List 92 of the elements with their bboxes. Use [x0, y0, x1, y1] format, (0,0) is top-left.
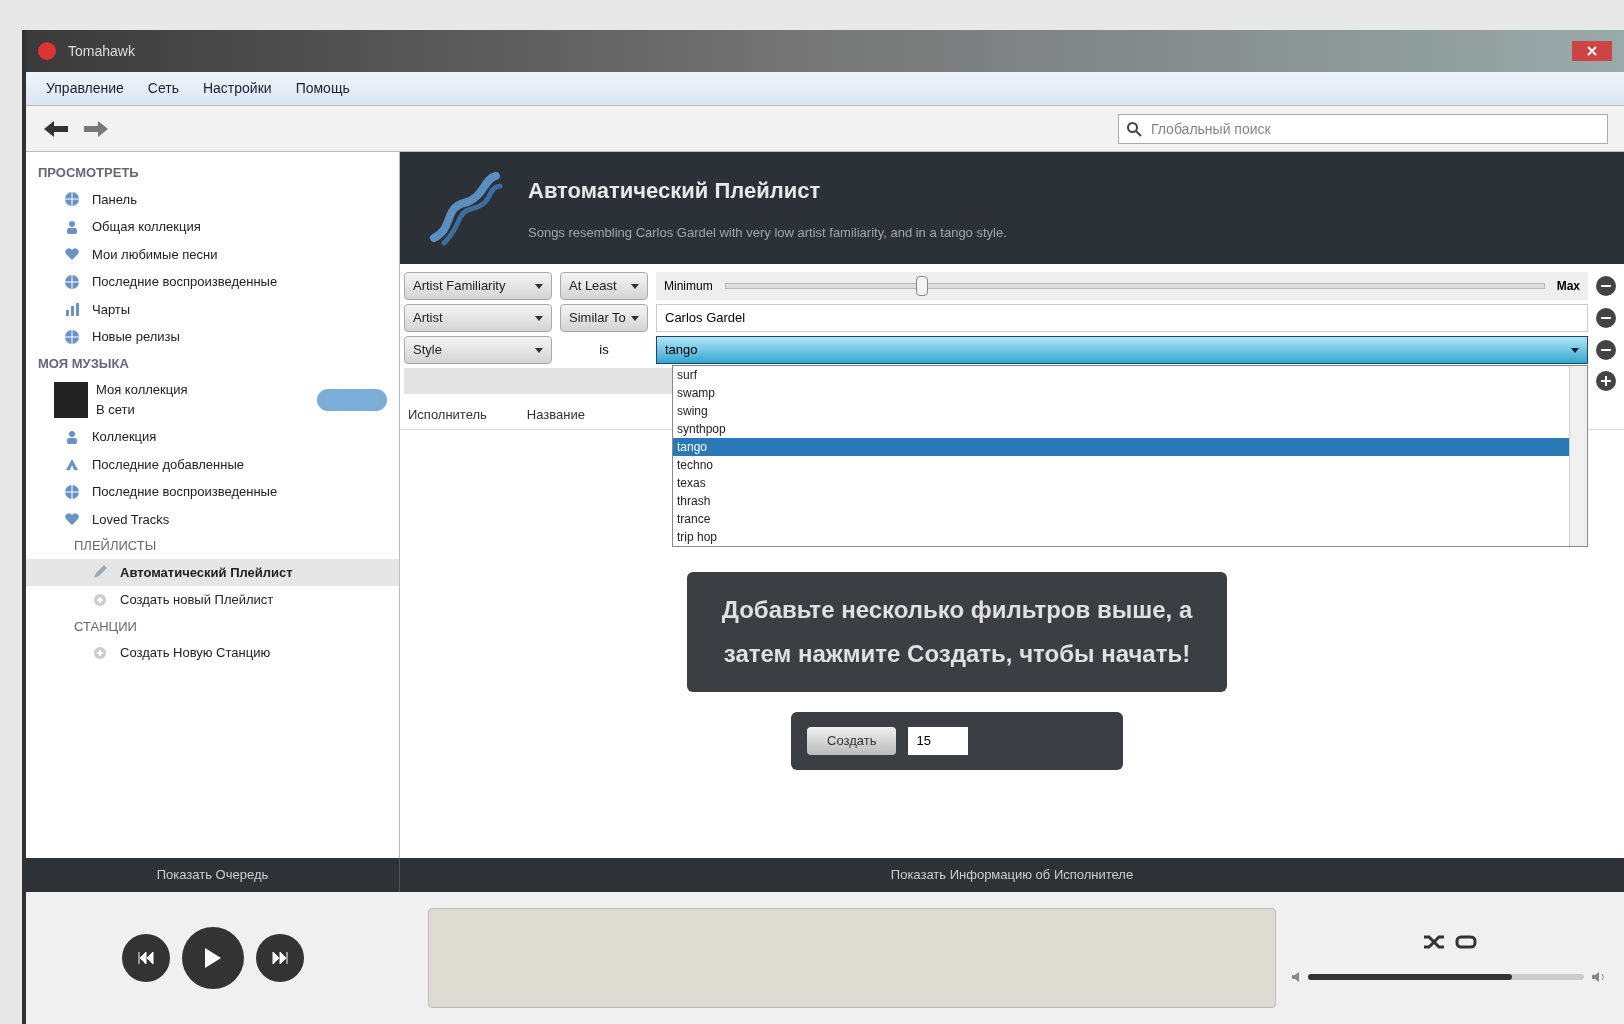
app-icon [38, 42, 56, 60]
repeat-icon[interactable] [1454, 933, 1478, 951]
plus-icon [92, 591, 108, 608]
sidebar-item[interactable]: Автоматический Плейлист [26, 558, 399, 586]
back-arrow-icon[interactable] [42, 118, 70, 139]
column-header[interactable]: Название [526, 404, 585, 425]
caret-icon [631, 315, 639, 321]
account-name: Моя коллекция [96, 381, 189, 399]
playlist-description: Songs resembling Carlos Gardel with very low artist familiarity, and in a tango style. [528, 223, 1007, 242]
filter-dropdown[interactable]: Artist [404, 304, 552, 332]
people-icon [64, 218, 80, 235]
operator-label: is [598, 341, 610, 360]
sidebar-item[interactable]: Общая коллекция [26, 213, 399, 241]
sidebar-item[interactable]: Последние воспроизведенные [26, 268, 399, 296]
add-filter-button[interactable] [1596, 371, 1616, 391]
section-header: СТАНЦИИ [73, 617, 138, 636]
style-option[interactable]: swing [673, 402, 1569, 420]
heart-icon [64, 246, 80, 263]
chart-icon [64, 301, 80, 318]
slider-max-label: Max [1556, 278, 1580, 295]
heart-icon [64, 511, 80, 528]
style-option[interactable]: swamp [673, 384, 1569, 402]
create-button[interactable]: Создать [807, 727, 897, 755]
playlist-title: Автоматический Плейлист [528, 176, 822, 205]
close-icon [1587, 46, 1597, 56]
count-spinbox[interactable]: 15 [908, 727, 969, 755]
style-option[interactable]: synthpop [673, 420, 1569, 438]
filter-dropdown[interactable]: Similar To [560, 304, 648, 332]
search-icon [1126, 120, 1142, 137]
sidebar-item[interactable]: Мои любимые песни [26, 240, 399, 268]
window-title: Tomahawk [68, 41, 135, 61]
people-icon [64, 428, 80, 445]
plus-icon [92, 644, 108, 661]
style-option[interactable]: tango [673, 438, 1569, 456]
remove-filter-button[interactable] [1596, 276, 1616, 296]
style-option[interactable]: texas [673, 474, 1569, 492]
play-icon [203, 946, 223, 970]
search-field[interactable]: Глобальный поиск [1118, 113, 1608, 144]
style-option[interactable]: trip hop [673, 528, 1569, 546]
style-option[interactable]: thrash [673, 492, 1569, 510]
sidebar-item[interactable]: Создать новый Плейлист [26, 586, 399, 614]
globe-icon [64, 273, 80, 290]
account-status: В сети [96, 400, 136, 419]
remove-filter-button[interactable] [1596, 308, 1616, 328]
remove-filter-button[interactable] [1596, 340, 1616, 360]
sidebar-item[interactable]: Коллекция [26, 423, 399, 451]
sidebar-item[interactable]: Новые релизы [26, 323, 399, 351]
status-pill [317, 388, 387, 411]
sidebar-item[interactable]: Панель [26, 185, 399, 213]
style-option[interactable]: surf [673, 366, 1569, 384]
message-panel: Добавьте несколько фильтров выше, а затем нажмите Создать, чтобы начать! [687, 572, 1227, 692]
close-button[interactable] [1572, 41, 1612, 61]
sidebar-item[interactable]: Чарты [26, 295, 399, 323]
caret-icon [535, 283, 543, 289]
filter-dropdown[interactable]: Artist Familiarity [404, 272, 552, 300]
artist-info-button[interactable]: Показать Информацию об Исполнителе [400, 858, 1624, 892]
sidebar-item[interactable]: Создать Новую Станцию [26, 639, 399, 667]
filter-dropdown[interactable]: Style [404, 336, 552, 364]
avatar [54, 381, 88, 418]
section-header: МОЯ МУЗЫКА [37, 354, 130, 373]
caret-icon [1571, 347, 1579, 353]
slider-min-label: Minimum [664, 278, 713, 295]
menu-item[interactable]: Настройки [202, 78, 272, 99]
artist-input-field[interactable]: Carlos Gardel [656, 304, 1588, 332]
slider-thumb[interactable] [916, 276, 928, 296]
caret-icon [631, 283, 639, 289]
filter-dropdown[interactable]: At Least [560, 272, 648, 300]
globe-icon [64, 328, 80, 345]
menu-item[interactable]: Помощь [295, 78, 350, 99]
caret-icon [535, 347, 543, 353]
sidebar-item[interactable]: Loved Tracks [26, 505, 399, 533]
menu-item[interactable]: Управление [46, 78, 124, 99]
globe-icon [64, 483, 80, 500]
sidebar-item[interactable]: Последние добавленные [26, 450, 399, 478]
globe-icon [64, 191, 80, 208]
section-header: ПЛЕЙЛИСТЫ [73, 537, 158, 555]
next-icon [271, 952, 289, 964]
style-option[interactable]: techno [673, 456, 1569, 474]
forward-arrow-icon[interactable] [82, 118, 110, 139]
section-header: ПРОСМОТРЕТЬ [37, 164, 140, 182]
value-dropdown[interactable]: tango [656, 336, 1588, 364]
previous-icon [137, 952, 155, 964]
column-header[interactable]: Исполнитель [408, 404, 487, 425]
previous-button[interactable] [122, 934, 170, 982]
next-button[interactable] [256, 934, 304, 982]
style-option[interactable]: trance [673, 510, 1569, 528]
pen-icon [92, 564, 108, 581]
sidebar-item[interactable]: Последние воспроизведенные [26, 478, 399, 506]
shuffle-icon[interactable] [1422, 933, 1446, 951]
menu-item[interactable]: Сеть [147, 78, 179, 99]
volume-low-icon [1292, 972, 1300, 982]
caret-icon [535, 315, 543, 321]
